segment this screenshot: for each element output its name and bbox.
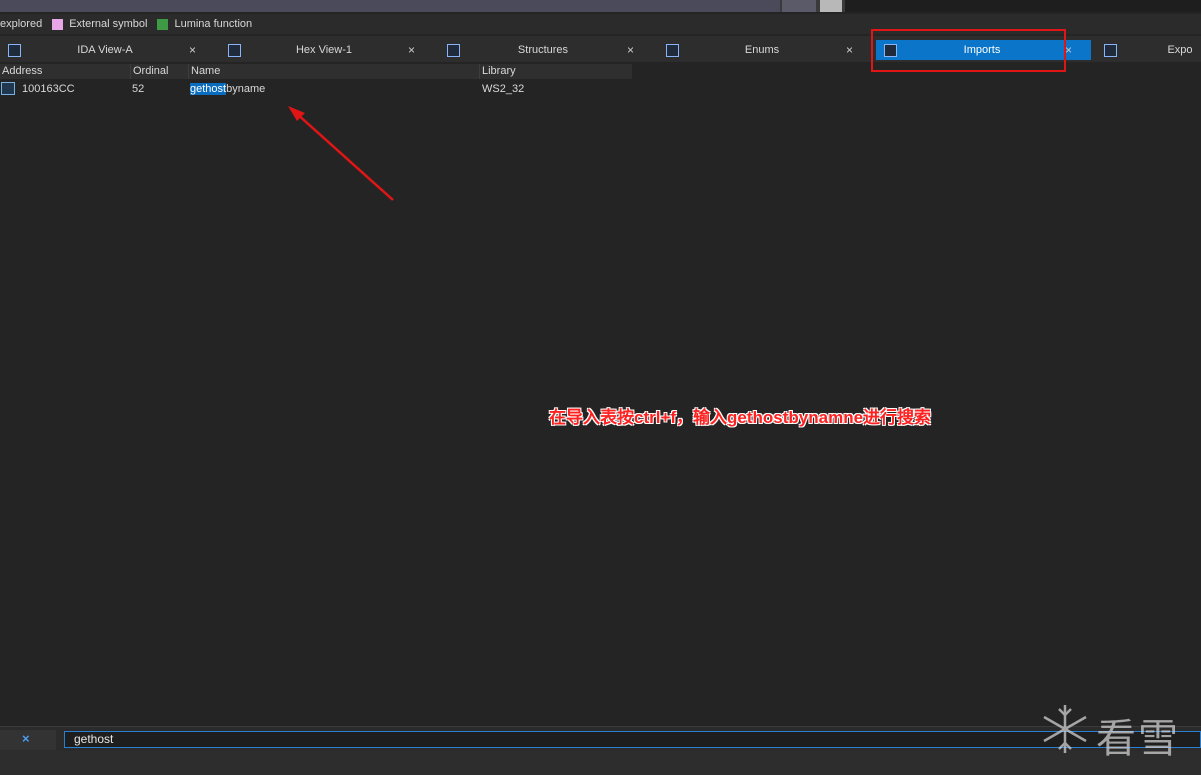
arrow-shaft: [295, 112, 394, 201]
quick-filter-bar: × gethost: [0, 726, 1201, 751]
annotation-arrow: [288, 106, 394, 201]
status-strip: [0, 751, 1201, 775]
snowflake-icon: [1043, 705, 1087, 753]
watermark-text: 看雪: [1096, 716, 1180, 762]
close-icon: ×: [22, 731, 30, 746]
watermark: 看雪: [1038, 700, 1198, 762]
filter-close-button[interactable]: ×: [0, 730, 56, 750]
annotation-text: 在导入表按ctrl+f，输入gethostbynamne进行搜索: [549, 408, 932, 427]
search-input[interactable]: gethost: [64, 731, 1201, 748]
